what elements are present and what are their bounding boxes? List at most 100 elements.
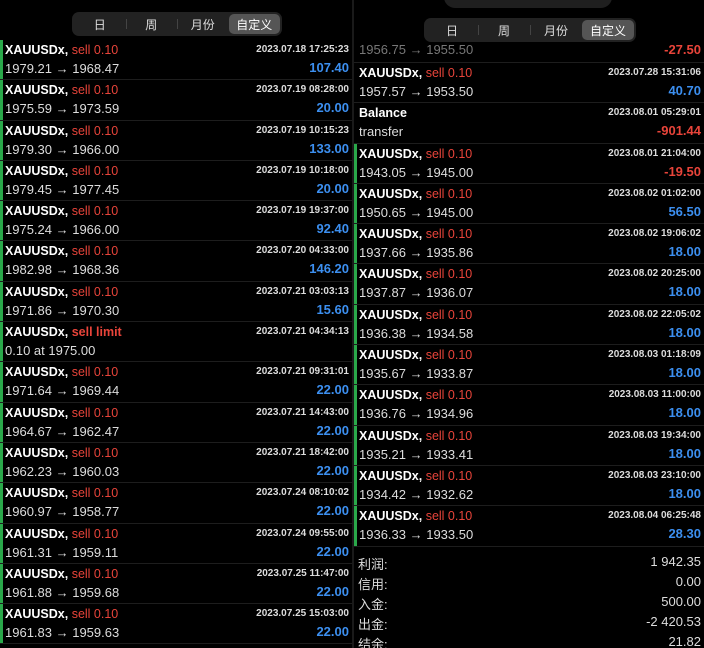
deal-row[interactable]: XAUUSDx, sell 0.10 2023.08.02 01:02:00 195… bbox=[354, 183, 704, 225]
deal-row[interactable]: XAUUSDx, sell 0.10 2023.07.28 15:31:06 195… bbox=[354, 63, 704, 104]
deal-row[interactable]: XAUUSDx, sell 0.10 2023.08.03 01:18:09 193… bbox=[354, 345, 704, 386]
deal-prices: 1979.21 → 1968.47 bbox=[5, 61, 120, 76]
deal-separator: , bbox=[64, 607, 72, 622]
deal-prices: 0.10 at 1975.00 bbox=[5, 343, 96, 359]
deal-symbol-line: XAUUSDx, sell 0.10 bbox=[359, 429, 472, 443]
deal-row[interactable]: XAUUSDx, sell 0.10 2023.08.02 22:05:02 193… bbox=[354, 304, 704, 346]
deal-action: sell 0.10 bbox=[71, 284, 119, 299]
deal-prices: transfer bbox=[359, 124, 404, 140]
tab-period[interactable]: 日 bbox=[74, 14, 126, 34]
tab-period[interactable]: 自定义 bbox=[582, 20, 634, 40]
deal-profit: 18.00 bbox=[668, 244, 701, 260]
deal-prices: 1975.24 → 1966.00 bbox=[5, 222, 120, 238]
deal-symbol-line: XAUUSDx, sell 0.10 bbox=[5, 204, 118, 218]
deal-symbol: XAUUSDx bbox=[5, 405, 65, 420]
deal-row[interactable]: XAUUSDx, sell 0.10 2023.07.18 17:25:23 197… bbox=[0, 40, 352, 81]
summary-label: 出金: bbox=[358, 617, 388, 632]
tab-period[interactable]: 自定义 bbox=[228, 14, 280, 34]
deal-row[interactable]: XAUUSDx, sell 0.10 2023.08.02 20:25:00 193… bbox=[354, 264, 704, 305]
deal-separator: , bbox=[64, 526, 72, 541]
summary-line: 信用: 0.00 bbox=[354, 572, 704, 592]
deal-profit: 40.70 bbox=[668, 83, 701, 98]
deal-row[interactable]: XAUUSDx, sell 0.10 2023.08.03 23:10:00 193… bbox=[354, 465, 704, 507]
deal-symbol: XAUUSDx bbox=[5, 284, 65, 299]
deal-row[interactable]: Balance 2023.08.01 05:29:01 transfer -901.4… bbox=[354, 103, 704, 144]
deal-prices: 1971.86 → 1970.30 bbox=[5, 302, 120, 318]
deals-list: 1956.75 → 1955.50 -27.50 XAUUSDx, sell 0.1… bbox=[354, 40, 704, 547]
deal-row[interactable]: XAUUSDx, sell 0.10 2023.07.24 09:55:00 196… bbox=[0, 523, 352, 564]
deal-profit: 18.00 bbox=[668, 324, 701, 340]
deal-symbol: XAUUSDx bbox=[5, 163, 65, 178]
deal-row[interactable]: XAUUSDx, sell 0.10 2023.07.25 15:03:00 196… bbox=[0, 604, 352, 645]
tab-period[interactable]: 日 bbox=[426, 20, 478, 40]
deal-profit: -901.44 bbox=[656, 123, 701, 139]
deal-separator: , bbox=[418, 267, 426, 282]
deal-row[interactable]: XAUUSDx, sell 0.10 2023.07.19 10:18:00 197… bbox=[0, 160, 352, 202]
deal-prices: 1971.64 → 1969.44 bbox=[5, 383, 120, 399]
deal-separator: , bbox=[418, 227, 426, 242]
deal-prices: 1961.31 → 1959.11 bbox=[5, 544, 119, 560]
deal-separator: , bbox=[64, 566, 72, 581]
deal-row[interactable]: XAUUSDx, sell 0.10 2023.07.21 03:03:13 197… bbox=[0, 281, 352, 323]
deal-profit: 18.00 bbox=[668, 485, 701, 501]
deal-symbol: XAUUSDx bbox=[5, 244, 65, 259]
deal-prices: 1935.67 → 1933.87 bbox=[359, 366, 474, 382]
deal-action: sell 0.10 bbox=[71, 405, 119, 420]
deal-row[interactable]: XAUUSDx, sell 0.10 2023.07.19 19:37:00 197… bbox=[0, 201, 352, 242]
deal-row[interactable]: XAUUSDx, sell 0.10 2023.07.21 18:42:00 196… bbox=[0, 442, 352, 484]
deal-row[interactable]: XAUUSDx, sell limit 2023.07.21 04:34:13 0.… bbox=[0, 322, 352, 363]
deal-row[interactable]: XAUUSDx, sell 0.10 2023.08.02 19:06:02 193… bbox=[354, 224, 704, 265]
deal-symbol: XAUUSDx bbox=[5, 43, 65, 57]
summary-value: 500.00 bbox=[661, 594, 701, 609]
deal-symbol: XAUUSDx bbox=[359, 307, 419, 322]
tab-period[interactable]: 周 bbox=[125, 14, 178, 34]
tab-period[interactable]: 月份 bbox=[530, 20, 582, 40]
deal-symbol: XAUUSDx bbox=[359, 468, 419, 483]
deal-profit: 18.00 bbox=[668, 284, 701, 300]
deal-row[interactable]: XAUUSDx, sell 0.10 2023.07.20 04:33:00 198… bbox=[0, 241, 352, 282]
deal-action: sell 0.10 bbox=[71, 43, 119, 57]
deal-row[interactable]: XAUUSDx, sell 0.10 2023.08.01 21:04:00 194… bbox=[354, 143, 704, 184]
deal-time: 2023.07.21 18:42:00 bbox=[256, 446, 349, 458]
deal-symbol: XAUUSDx bbox=[5, 486, 65, 501]
deal-row[interactable]: XAUUSDx, sell 0.10 2023.07.24 08:10:02 196… bbox=[0, 483, 352, 524]
deal-separator: , bbox=[418, 66, 426, 80]
deal-symbol-line: Balance bbox=[359, 106, 407, 120]
deal-symbol: XAUUSDx bbox=[359, 267, 419, 282]
deal-action: sell 0.10 bbox=[425, 509, 473, 524]
deal-time: 2023.07.24 09:55:00 bbox=[256, 527, 349, 539]
deal-time: 2023.08.03 19:34:00 bbox=[608, 429, 701, 441]
deal-symbol: XAUUSDx bbox=[5, 325, 65, 340]
deal-row[interactable]: XAUUSDx, sell 0.10 2023.07.25 11:47:00 196… bbox=[0, 563, 352, 605]
dynamic-island bbox=[444, 0, 612, 8]
deal-time: 2023.07.21 09:31:01 bbox=[256, 366, 349, 378]
period-segmented-control: 日周月份 自定义 bbox=[424, 18, 636, 42]
summary-value: 0.00 bbox=[675, 574, 701, 589]
deal-row[interactable]: XAUUSDx, sell 0.10 2023.07.19 10:15:23 197… bbox=[0, 120, 352, 161]
deal-row[interactable]: XAUUSDx, sell 0.10 2023.07.21 14:43:00 196… bbox=[0, 402, 352, 443]
deal-time: 2023.07.19 10:18:00 bbox=[256, 164, 349, 176]
deal-time: 2023.07.19 10:15:23 bbox=[256, 124, 349, 136]
summary-value: 1 942.35 bbox=[650, 554, 701, 569]
deal-action: sell 0.10 bbox=[71, 526, 119, 541]
tab-period[interactable]: 周 bbox=[478, 20, 530, 40]
deal-time: 2023.07.21 04:34:13 bbox=[256, 326, 349, 338]
deal-prices: 1936.76 → 1934.96 bbox=[359, 406, 474, 422]
tab-period[interactable]: 月份 bbox=[177, 14, 229, 34]
deal-symbol-line: XAUUSDx, sell 0.10 bbox=[5, 83, 118, 97]
deal-row[interactable]: XAUUSDx, sell 0.10 2023.07.19 08:28:00 197… bbox=[0, 80, 352, 121]
deal-row[interactable]: XAUUSDx, sell 0.10 2023.08.04 06:25:48 193… bbox=[354, 506, 704, 547]
deal-row[interactable]: XAUUSDx, sell 0.10 2023.07.21 09:31:01 197… bbox=[0, 362, 352, 403]
deal-symbol-line: XAUUSDx, sell 0.10 bbox=[5, 527, 118, 541]
deal-profit: 22.00 bbox=[316, 422, 349, 438]
deal-action: sell 0.10 bbox=[71, 204, 119, 219]
deal-profit: 107.40 bbox=[309, 60, 349, 75]
deal-time: 2023.08.03 23:10:00 bbox=[608, 469, 701, 481]
deal-symbol: XAUUSDx bbox=[5, 123, 65, 138]
deal-row-partial[interactable]: 1956.75 → 1955.50 -27.50 bbox=[354, 40, 704, 63]
deal-row[interactable]: XAUUSDx, sell 0.10 2023.08.03 11:00:00 193… bbox=[354, 385, 704, 426]
deal-prices: 1975.59 → 1973.59 bbox=[5, 101, 120, 117]
deal-row[interactable]: XAUUSDx, sell 0.10 2023.08.03 19:34:00 193… bbox=[354, 425, 704, 466]
deal-profit: 56.50 bbox=[668, 203, 701, 219]
deal-symbol: XAUUSDx bbox=[359, 509, 419, 524]
